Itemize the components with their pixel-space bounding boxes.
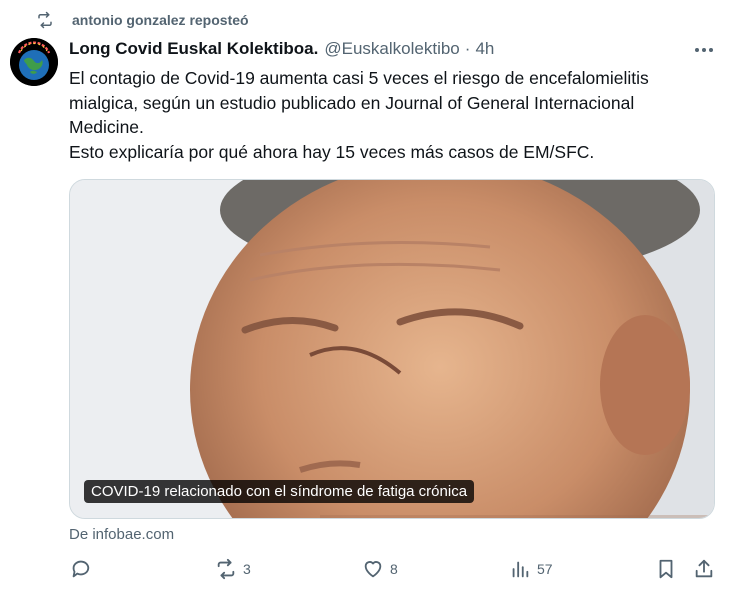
man-yawning-photo — [70, 180, 714, 518]
tweet-text: El contagio de Covid-19 aumenta casi 5 v… — [69, 66, 699, 164]
like-button[interactable]: 8 — [362, 558, 398, 580]
author-name[interactable]: Long Covid Euskal Kolektiboa. — [69, 39, 318, 59]
repost-label[interactable]: antonio gonzalez reposteó — [72, 12, 249, 28]
reply-icon — [72, 560, 90, 578]
avatar[interactable] — [10, 38, 58, 86]
card-source[interactable]: De infobae.com — [69, 526, 174, 543]
tweet-text-line-2: Esto explicaría por qué ahora hay 15 vec… — [69, 141, 595, 162]
share-button[interactable] — [693, 558, 715, 580]
share-icon — [695, 559, 713, 578]
separator-dot: · — [464, 39, 471, 58]
heart-icon — [364, 561, 382, 578]
card-caption: COVID-19 relacionado con el síndrome de … — [84, 480, 475, 503]
more-dots-icon — [695, 48, 713, 52]
reply-button[interactable] — [69, 558, 97, 580]
repost-icon — [38, 11, 52, 29]
repost-icon — [217, 558, 235, 580]
author-handle[interactable]: @Euskalkolektibo — [324, 39, 459, 59]
timestamp[interactable]: 4h — [475, 39, 494, 59]
views-count: 57 — [537, 561, 553, 577]
like-count: 8 — [390, 561, 398, 577]
bar-chart-icon — [512, 561, 529, 578]
bookmark-icon — [659, 559, 673, 579]
retweet-button[interactable]: 3 — [215, 558, 251, 580]
action-bar: 3 8 57 — [69, 558, 719, 586]
more-options-button[interactable] — [692, 40, 716, 60]
link-card-image[interactable]: COVID-19 relacionado con el síndrome de … — [69, 179, 715, 519]
bookmark-button[interactable] — [655, 558, 677, 580]
repost-count: 3 — [243, 561, 251, 577]
views-button[interactable]: 57 — [509, 558, 553, 580]
repost-context: antonio gonzalez reposteó — [36, 11, 249, 29]
tweet-text-line-1: El contagio de Covid-19 aumenta casi 5 v… — [69, 68, 649, 137]
tweet-header: Long Covid Euskal Kolektiboa. @Euskalkol… — [69, 39, 672, 59]
